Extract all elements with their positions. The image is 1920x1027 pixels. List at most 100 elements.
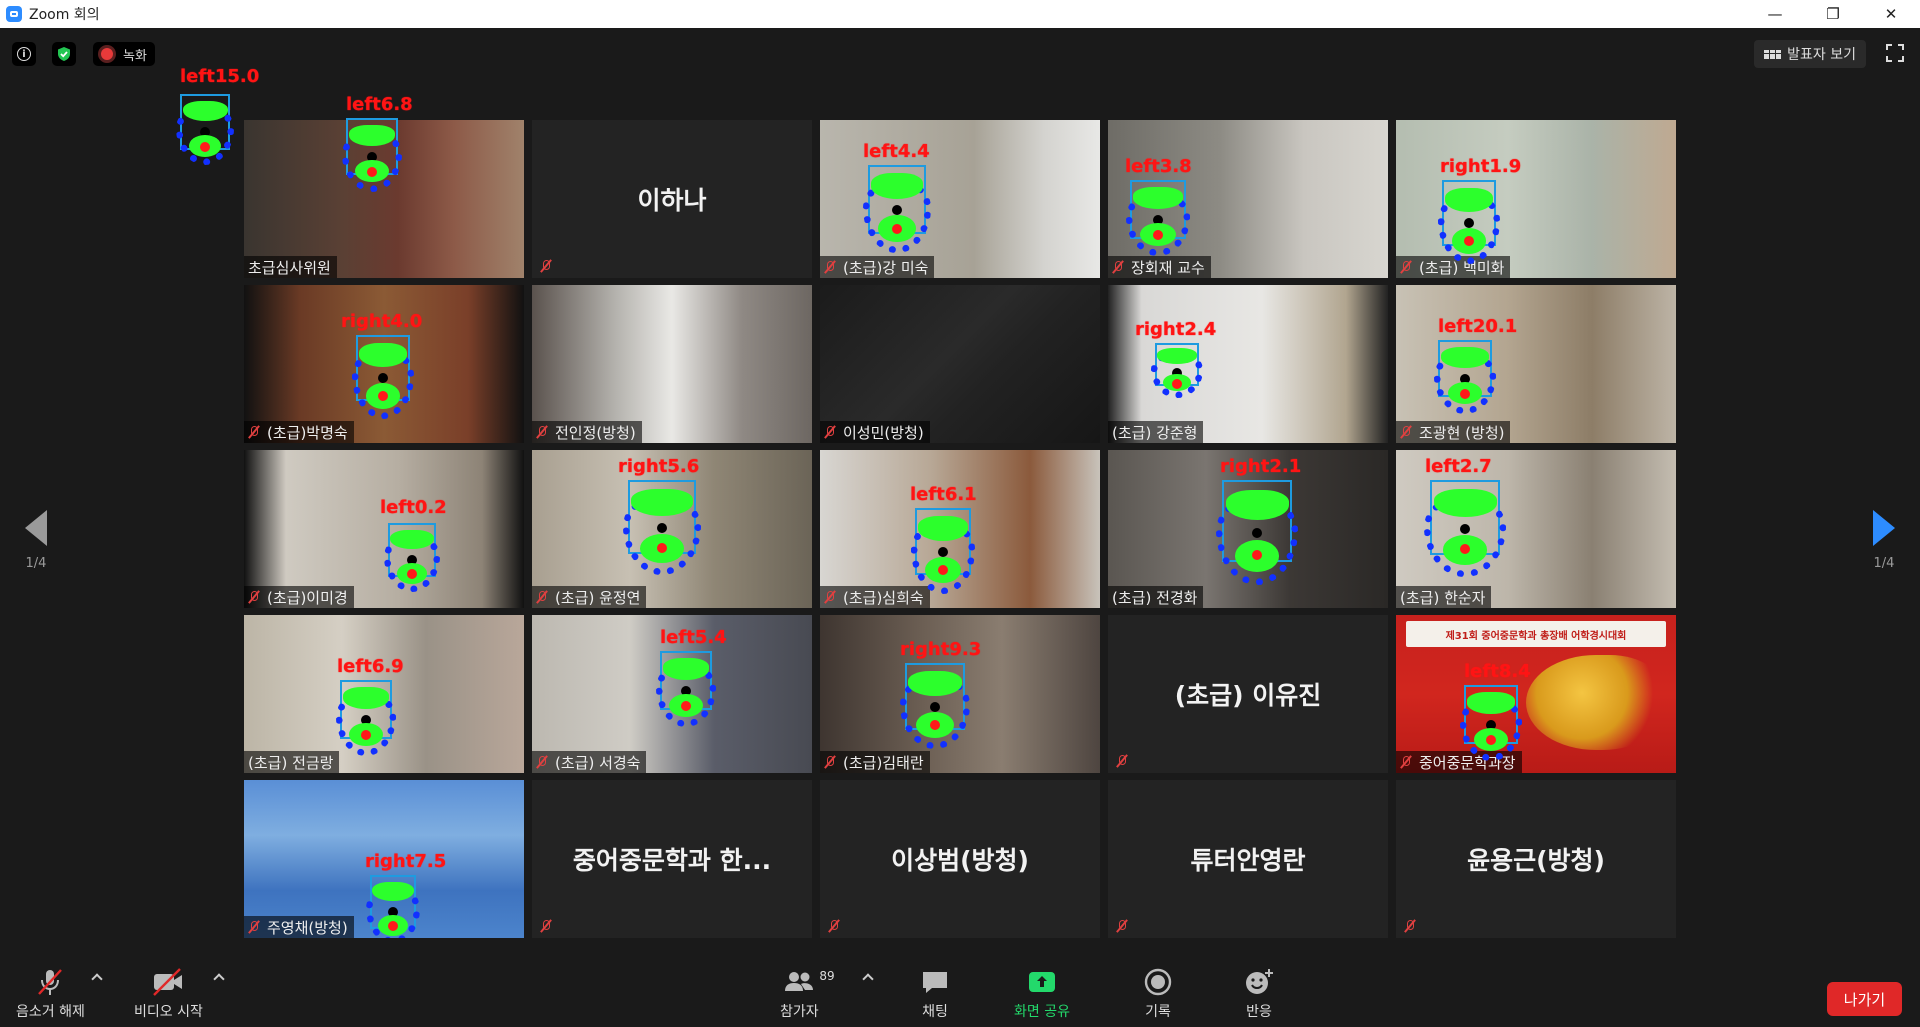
unmute-button[interactable]: 음소거 해제 xyxy=(16,967,85,1021)
reactions-label: 반응 xyxy=(1246,1004,1272,1020)
record-button[interactable]: 기록 xyxy=(1143,967,1173,1021)
muted-mic-icon xyxy=(1400,260,1412,274)
participant-tile[interactable]: (초급)이미경 left0.2 xyxy=(244,450,524,608)
zoom-app-icon xyxy=(6,6,22,22)
meeting-topbar: i 녹화 발표자 보기 xyxy=(0,28,1920,80)
participant-tile[interactable]: 이상범(방청) xyxy=(820,780,1100,938)
arrow-right-icon[interactable] xyxy=(1873,510,1895,546)
participants-button[interactable]: 89 참가자 xyxy=(780,967,835,1021)
participant-name: 중어중문학과 한... xyxy=(572,846,772,875)
participant-tile[interactable]: (초급) 윤정연 right5.6 xyxy=(532,450,812,608)
participant-tile[interactable]: 튜터안영란 xyxy=(1108,780,1388,938)
participant-tile[interactable]: 이하나 xyxy=(532,120,812,278)
participant-name-tag: (초급)박명숙 xyxy=(244,421,354,443)
muted-mic-icon xyxy=(1404,919,1416,933)
speaker-view-button[interactable]: 발표자 보기 xyxy=(1754,40,1866,68)
participant-name: 이성민(방청) xyxy=(843,423,924,442)
participant-tile[interactable]: (초급)심희숙 left6.1 xyxy=(820,450,1100,608)
muted-mic-icon xyxy=(248,920,260,934)
participant-video xyxy=(820,285,1100,443)
participant-tile[interactable]: 조광현 (방청) left20.1 xyxy=(1396,285,1676,443)
participant-tile[interactable]: 중어중문학과 한... xyxy=(532,780,812,938)
participant-name-tag: 초급심사위원 xyxy=(244,256,337,278)
leave-meeting-button[interactable]: 나가기 xyxy=(1827,982,1902,1016)
participant-tile[interactable]: (초급) 이유진 xyxy=(1108,615,1388,773)
face-landmarks-overlay xyxy=(900,663,970,750)
participant-name-tag: (초급) 한순자 xyxy=(1396,586,1492,608)
video-options-caret[interactable] xyxy=(213,973,225,985)
head-pose-label: left0.2 xyxy=(380,497,447,518)
page-indicator-left: 1/4 xyxy=(25,556,47,571)
participant-name: (초급) 전금랑 xyxy=(248,753,334,772)
participant-tile[interactable]: (초급)김태란 right9.3 xyxy=(820,615,1100,773)
participants-options-caret[interactable] xyxy=(862,973,874,985)
head-pose-label: left5.4 xyxy=(660,627,727,648)
restore-button[interactable]: ❐ xyxy=(1804,0,1862,28)
participant-name: 튜터안영란 xyxy=(1190,846,1306,875)
participant-tile[interactable]: (초급) 강준형 right2.4 xyxy=(1108,285,1388,443)
participant-tile[interactable]: (초급) 전금랑 left6.9 xyxy=(244,615,524,773)
start-video-button[interactable]: 비디오 시작 xyxy=(134,967,203,1021)
participant-tile[interactable]: (초급) 백미화 right1.9 xyxy=(1396,120,1676,278)
record-label: 기록 xyxy=(1145,1004,1171,1020)
fullscreen-icon[interactable] xyxy=(1886,44,1904,62)
gallery-grid-icon xyxy=(1764,49,1782,59)
head-pose-label: left4.4 xyxy=(863,141,930,162)
participant-name-tag: (초급)이미경 xyxy=(244,586,354,608)
muted-mic-icon xyxy=(536,425,548,439)
face-landmarks-overlay xyxy=(341,118,403,192)
participant-name-tag: (초급) 전경화 xyxy=(1108,586,1204,608)
participant-tile[interactable]: 중어중문학과장 제31회 중어중문학과 총장배 어학경시대회 left8.4 xyxy=(1396,615,1676,773)
gallery-view: 초급심사위원 left6.8 이하나 (초급)강 미숙 left4.4 장회재 교수 lef… xyxy=(176,66,1676,940)
participant-name: (초급) 윤정연 xyxy=(555,588,641,607)
head-pose-label: right9.3 xyxy=(900,639,982,660)
muted-mic-icon xyxy=(1400,425,1412,439)
participant-tile[interactable]: 윤용근(방청) xyxy=(1396,780,1676,938)
head-pose-label: left6.1 xyxy=(910,484,977,505)
face-landmarks-overlay xyxy=(863,165,931,254)
security-shield-icon[interactable] xyxy=(52,42,76,66)
recording-indicator[interactable]: 녹화 xyxy=(93,42,155,66)
previous-page-nav[interactable]: 1/4 xyxy=(0,480,72,580)
next-page-nav[interactable]: 1/4 xyxy=(1848,480,1920,580)
dragon-image xyxy=(1526,655,1666,750)
participant-tile[interactable]: 초급심사위원 left6.8 xyxy=(176,94,524,278)
participant-name: 장회재 교수 xyxy=(1131,258,1205,277)
participant-tile[interactable]: (초급)강 미숙 left4.4 xyxy=(820,120,1100,278)
participant-name: 윤용근(방청) xyxy=(1467,846,1605,875)
muted-mic-icon xyxy=(828,919,840,933)
participant-name: (초급)이미경 xyxy=(267,588,348,607)
meeting-info-button[interactable]: i xyxy=(12,42,36,66)
reactions-button[interactable]: 반응 xyxy=(1243,967,1275,1021)
participant-name-tag: 이성민(방청) xyxy=(820,421,930,443)
participant-tile[interactable]: (초급) 서경숙 left5.4 xyxy=(532,615,812,773)
window-titlebar: Zoom 회의 — ❐ ✕ xyxy=(0,0,1920,28)
participant-tile[interactable]: (초급) 전경화 right2.1 xyxy=(1108,450,1388,608)
face-landmarks-overlay xyxy=(335,680,397,756)
participant-tile[interactable]: 장회재 교수 left3.8 xyxy=(1108,120,1388,278)
participant-name: 주영채(방청) xyxy=(267,918,348,937)
participant-tile[interactable]: (초급)박명숙 right4.0 xyxy=(244,285,524,443)
arrow-left-icon[interactable] xyxy=(25,510,47,546)
participant-tile[interactable]: 전인정(방청) xyxy=(532,285,812,443)
head-pose-label: left2.7 xyxy=(1425,456,1492,477)
muted-mic-icon xyxy=(33,967,67,997)
chat-button[interactable]: 채팅 xyxy=(920,967,950,1021)
participant-name-tag: 주영채(방청) xyxy=(244,916,354,938)
close-button[interactable]: ✕ xyxy=(1862,0,1920,28)
participant-name-tag: (초급) 서경숙 xyxy=(532,751,647,773)
participant-name: 이상범(방청) xyxy=(891,846,1029,875)
participant-tile[interactable]: 주영채(방청) right7.5 xyxy=(244,780,524,938)
minimize-button[interactable]: — xyxy=(1746,0,1804,28)
participants-count: 89 xyxy=(819,969,835,983)
participant-tile[interactable]: (초급) 한순자 left2.7 xyxy=(1396,450,1676,608)
chat-icon xyxy=(920,967,950,997)
participant-tile[interactable]: 이성민(방청) xyxy=(820,285,1100,443)
face-landmarks-overlay xyxy=(655,651,717,727)
head-pose-label: right1.9 xyxy=(1440,156,1522,177)
muted-mic-icon xyxy=(824,755,836,769)
participant-name: 조광현 (방청) xyxy=(1419,423,1505,442)
audio-options-caret[interactable] xyxy=(91,973,103,985)
share-screen-button[interactable]: 화면 공유 xyxy=(1014,967,1070,1021)
unmute-label: 음소거 해제 xyxy=(16,1004,85,1020)
